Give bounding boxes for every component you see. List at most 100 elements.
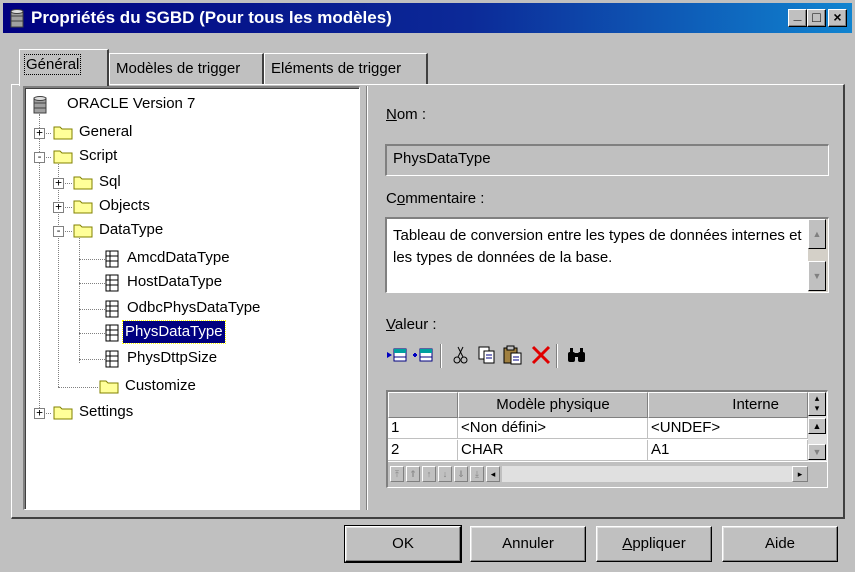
tree-item-label: General xyxy=(79,123,133,140)
table-cell[interactable]: A1 xyxy=(648,440,808,461)
table-icon xyxy=(105,274,119,292)
move-down-one-icon[interactable]: ↓ xyxy=(438,466,452,482)
tree-item-label: Sql xyxy=(99,173,121,190)
comment-label: Commentaire : xyxy=(386,190,484,207)
tree-line xyxy=(79,259,105,260)
ok-button-label: OK xyxy=(392,535,414,552)
cancel-button[interactable]: Annuler xyxy=(470,526,586,562)
folder-icon xyxy=(53,126,73,140)
comment-label-text: C xyxy=(386,190,397,207)
table-icon xyxy=(105,350,119,368)
add-row-icon[interactable] xyxy=(412,344,434,366)
tab-modeles-trigger-label: Modèles de trigger xyxy=(116,60,241,77)
nom-field[interactable]: PhysDataType xyxy=(385,144,829,176)
comment-value: Tableau de conversion entre les types de… xyxy=(393,227,802,266)
ok-button[interactable]: OK xyxy=(344,525,462,563)
comment-scrollbar[interactable]: ▲ ▼ xyxy=(808,219,828,292)
scroll-down-button[interactable]: ▼ xyxy=(808,444,826,460)
tab-elements-trigger[interactable]: Eléments de trigger xyxy=(264,53,428,85)
minimize-button[interactable]: _ xyxy=(788,6,807,27)
tree-line xyxy=(79,333,105,334)
tree-line xyxy=(79,238,80,363)
tree-line xyxy=(79,359,105,360)
maximize-icon: □ xyxy=(812,9,821,25)
folder-icon xyxy=(53,406,73,420)
grid-header-interne[interactable]: Interne xyxy=(648,392,808,418)
grid-nav-bar: ⤒ ⇑ ↑ ↓ ⇓ ⤓ ◂ ▸ xyxy=(388,462,827,487)
delete-icon[interactable] xyxy=(530,344,552,366)
copy-icon[interactable] xyxy=(476,344,498,366)
tree-item-label: DataType xyxy=(99,221,164,238)
scroll-left-icon[interactable]: ◂ xyxy=(486,466,500,482)
tree-item-label: Settings xyxy=(79,403,134,420)
tree-item-label: Script xyxy=(79,147,118,164)
table-cell[interactable]: <UNDEF> xyxy=(648,418,808,439)
folder-icon xyxy=(53,150,73,164)
tab-modeles-trigger[interactable]: Modèles de trigger xyxy=(109,53,264,85)
table-row-number[interactable]: 2 xyxy=(388,440,458,461)
valeur-label-mnemonic: V xyxy=(386,316,395,333)
help-button-label: Aide xyxy=(764,535,796,552)
panel-divider xyxy=(366,86,368,510)
paste-icon[interactable] xyxy=(502,344,524,366)
table-cell[interactable]: <Non défini> xyxy=(458,418,648,439)
tab-elements-trigger-label: Eléments de trigger xyxy=(271,60,402,77)
apply-button-label: ppliquer xyxy=(632,535,686,552)
expand-icon[interactable]: + xyxy=(53,177,64,189)
tree-item-label: OdbcPhysDataType xyxy=(127,299,261,316)
cut-icon[interactable] xyxy=(450,344,472,366)
scroll-right-icon[interactable]: ▸ xyxy=(792,466,808,482)
horizontal-scroll-track[interactable] xyxy=(502,466,792,482)
table-row-number[interactable]: 1 xyxy=(388,418,458,439)
grid-scrollbar[interactable]: ▴ ▾ ▲ ▼ xyxy=(808,392,827,461)
collapse-icon[interactable]: - xyxy=(34,151,45,163)
scroll-up-button[interactable]: ▲ xyxy=(808,219,826,249)
help-button[interactable]: Aide xyxy=(722,526,838,562)
find-icon[interactable] xyxy=(566,344,588,366)
tab-general[interactable]: Général xyxy=(19,49,109,86)
move-down-icon[interactable]: ⇓ xyxy=(454,466,468,482)
grid-header-physique[interactable]: Modèle physique xyxy=(458,392,648,418)
collapse-icon[interactable]: - xyxy=(53,225,64,237)
scroll-down-button[interactable]: ▼ xyxy=(808,261,826,291)
comment-textarea[interactable]: Tableau de conversion entre les types de… xyxy=(385,217,829,293)
tree-line xyxy=(79,283,105,284)
move-up-one-icon[interactable]: ↑ xyxy=(422,466,436,482)
move-up-icon[interactable]: ⇑ xyxy=(406,466,420,482)
move-bottom-icon[interactable]: ⤓ xyxy=(470,466,484,482)
maximize-button[interactable]: □ xyxy=(807,9,826,27)
grid-header-num xyxy=(388,392,458,418)
table-icon xyxy=(105,250,119,268)
folder-icon xyxy=(73,176,93,190)
tree-item-label: AmcdDataType xyxy=(127,249,230,266)
toolbar-separator xyxy=(440,344,442,368)
table-icon xyxy=(105,300,119,318)
apply-button[interactable]: Appliquer xyxy=(596,526,712,562)
expand-icon[interactable]: + xyxy=(34,407,45,419)
tree-item-label: Objects xyxy=(99,197,150,214)
valeur-grid[interactable]: Modèle physique Interne 1 <Non défini> <… xyxy=(386,390,828,488)
toolbar-separator xyxy=(556,344,558,368)
close-icon: × xyxy=(833,9,842,25)
minimize-icon: _ xyxy=(793,6,802,22)
cancel-button-label: Annuler xyxy=(502,535,554,552)
tree-item-label: ORACLE Version 7 xyxy=(67,95,196,112)
database-icon xyxy=(33,96,47,114)
table-icon xyxy=(105,324,119,342)
close-button[interactable]: × xyxy=(828,9,847,27)
valeur-label-text: aleur : xyxy=(394,316,437,333)
expand-icon[interactable]: + xyxy=(34,127,45,139)
insert-row-icon[interactable] xyxy=(386,344,408,366)
dialog-window: Propriétés du SGBD (Pour tous les modèle… xyxy=(0,0,855,572)
tree-line xyxy=(79,309,105,310)
tab-general-label: Général xyxy=(23,54,82,75)
folder-icon xyxy=(73,200,93,214)
move-top-icon[interactable]: ⤒ xyxy=(390,466,404,482)
expand-icon[interactable]: + xyxy=(53,201,64,213)
title-bar[interactable]: Propriétés du SGBD (Pour tous les modèle… xyxy=(3,3,852,33)
apply-button-mnemonic: A xyxy=(622,535,633,552)
tree-view[interactable]: ORACLE Version 7 + General - Script + Sq… xyxy=(23,86,360,510)
scroll-updown-button[interactable]: ▴ ▾ xyxy=(808,392,826,416)
table-cell[interactable]: CHAR xyxy=(458,440,648,461)
scroll-up-button[interactable]: ▲ xyxy=(808,418,826,434)
